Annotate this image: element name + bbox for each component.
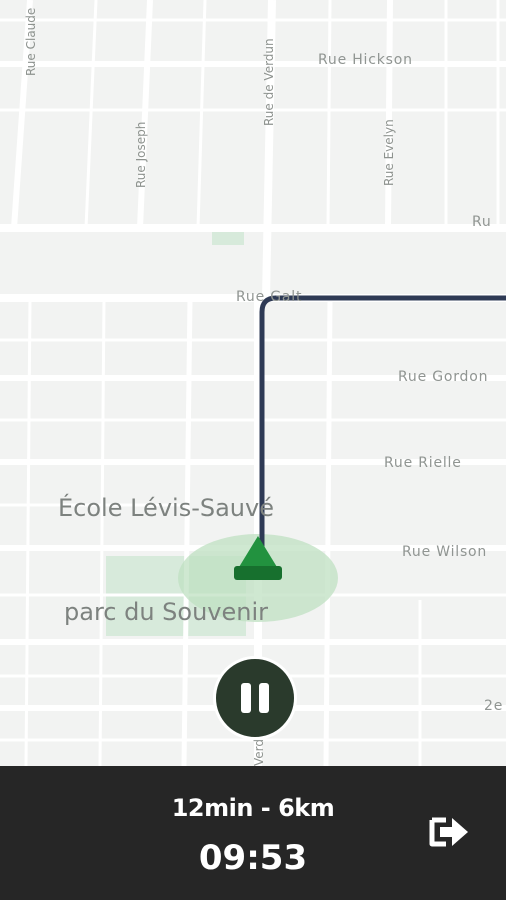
street-label-rue-wilson: Rue Wilson xyxy=(402,544,488,560)
street-label-rue-evelyn: Rue Evelyn xyxy=(382,119,396,186)
current-position-marker xyxy=(234,536,282,580)
street-label-partial-top: Ru xyxy=(472,214,492,230)
street-label-route: Rue Galt xyxy=(236,289,303,305)
street-label-rue-gordon: Rue Gordon xyxy=(398,369,489,385)
street-label-rue-hickson: Rue Hickson xyxy=(318,52,413,68)
map-view[interactable]: Rue Claude Rue Joseph Rue de Verdun Rue … xyxy=(0,0,506,766)
exit-navigation-button[interactable] xyxy=(428,812,472,852)
pause-button[interactable] xyxy=(213,656,297,740)
street-label-rue-joseph: Rue Joseph xyxy=(134,121,148,188)
navigation-app: Rue Claude Rue Joseph Rue de Verdun Rue … xyxy=(0,0,506,900)
poi-label-school: École Lévis-Sauvé xyxy=(58,494,274,522)
street-label-partial-bottom: 2e xyxy=(484,698,504,714)
exit-arrow-icon xyxy=(429,817,468,847)
street-label-rue-claude: Rue Claude xyxy=(24,7,38,76)
street-label-rue-de-verdun: Rue de Verdun xyxy=(262,38,276,126)
pause-icon xyxy=(241,683,269,713)
street-label-rue-rielle: Rue Rielle xyxy=(384,455,462,471)
trip-info-panel: 12min - 6km 09:53 xyxy=(0,766,506,900)
poi-label-park: parc du Souvenir xyxy=(64,598,269,626)
